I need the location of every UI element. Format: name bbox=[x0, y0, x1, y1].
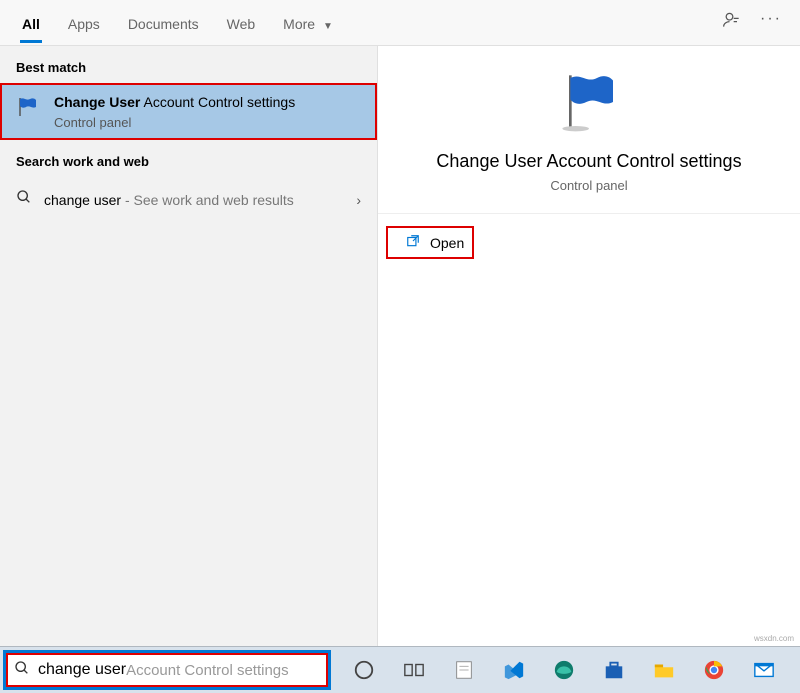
preview-title: Change User Account Control settings bbox=[398, 151, 780, 172]
search-autocomplete: Account Control settings bbox=[126, 662, 289, 679]
task-view-icon[interactable] bbox=[390, 648, 438, 692]
best-match-result[interactable]: Change User Account Control settings Con… bbox=[0, 83, 377, 140]
tab-apps[interactable]: Apps bbox=[54, 4, 114, 42]
tab-more-label: More bbox=[283, 16, 315, 32]
search-icon bbox=[14, 660, 30, 681]
result-subtitle: Control panel bbox=[54, 115, 363, 130]
preview-subtitle: Control panel bbox=[398, 178, 780, 193]
open-label: Open bbox=[430, 235, 464, 251]
web-result-title: change user - See work and web results bbox=[44, 192, 294, 208]
open-icon bbox=[406, 234, 420, 251]
web-search-result[interactable]: change user - See work and web results › bbox=[0, 177, 377, 222]
feedback-icon[interactable] bbox=[722, 10, 742, 35]
watermark: wsxdn.com bbox=[754, 634, 794, 643]
tab-all[interactable]: All bbox=[8, 4, 54, 42]
search-icon bbox=[16, 189, 32, 210]
app-icon-vscode[interactable] bbox=[490, 648, 538, 692]
result-title: Change User Account Control settings bbox=[54, 93, 363, 111]
tab-documents[interactable]: Documents bbox=[114, 4, 213, 42]
more-options-icon[interactable]: ··· bbox=[760, 10, 782, 35]
search-work-web-label: Search work and web bbox=[0, 140, 377, 177]
taskbar-search-box[interactable]: change user Account Control settings bbox=[3, 650, 331, 690]
taskbar: change user Account Control settings bbox=[0, 646, 800, 693]
best-match-label: Best match bbox=[0, 46, 377, 83]
uac-flag-icon bbox=[14, 93, 42, 121]
app-icon-explorer[interactable] bbox=[640, 648, 688, 692]
app-icon-chrome[interactable] bbox=[690, 648, 738, 692]
app-icon-store[interactable] bbox=[590, 648, 638, 692]
search-typed-text: change user bbox=[38, 661, 126, 679]
results-pane: Best match Change User Account Control s… bbox=[0, 46, 377, 646]
uac-flag-icon-large bbox=[557, 133, 621, 150]
chevron-down-icon: ▼ bbox=[323, 21, 333, 32]
app-icon-mail[interactable] bbox=[740, 648, 788, 692]
app-icon-edge[interactable] bbox=[540, 648, 588, 692]
cortana-icon[interactable] bbox=[340, 648, 388, 692]
preview-pane: Change User Account Control settings Con… bbox=[377, 46, 800, 646]
tab-web[interactable]: Web bbox=[213, 4, 270, 42]
app-icon-notepad[interactable] bbox=[440, 648, 488, 692]
search-filter-tabs: All Apps Documents Web More ▼ ··· bbox=[0, 0, 800, 46]
chevron-right-icon: › bbox=[356, 192, 361, 208]
tab-more[interactable]: More ▼ bbox=[269, 4, 347, 42]
open-button[interactable]: Open bbox=[386, 226, 474, 259]
